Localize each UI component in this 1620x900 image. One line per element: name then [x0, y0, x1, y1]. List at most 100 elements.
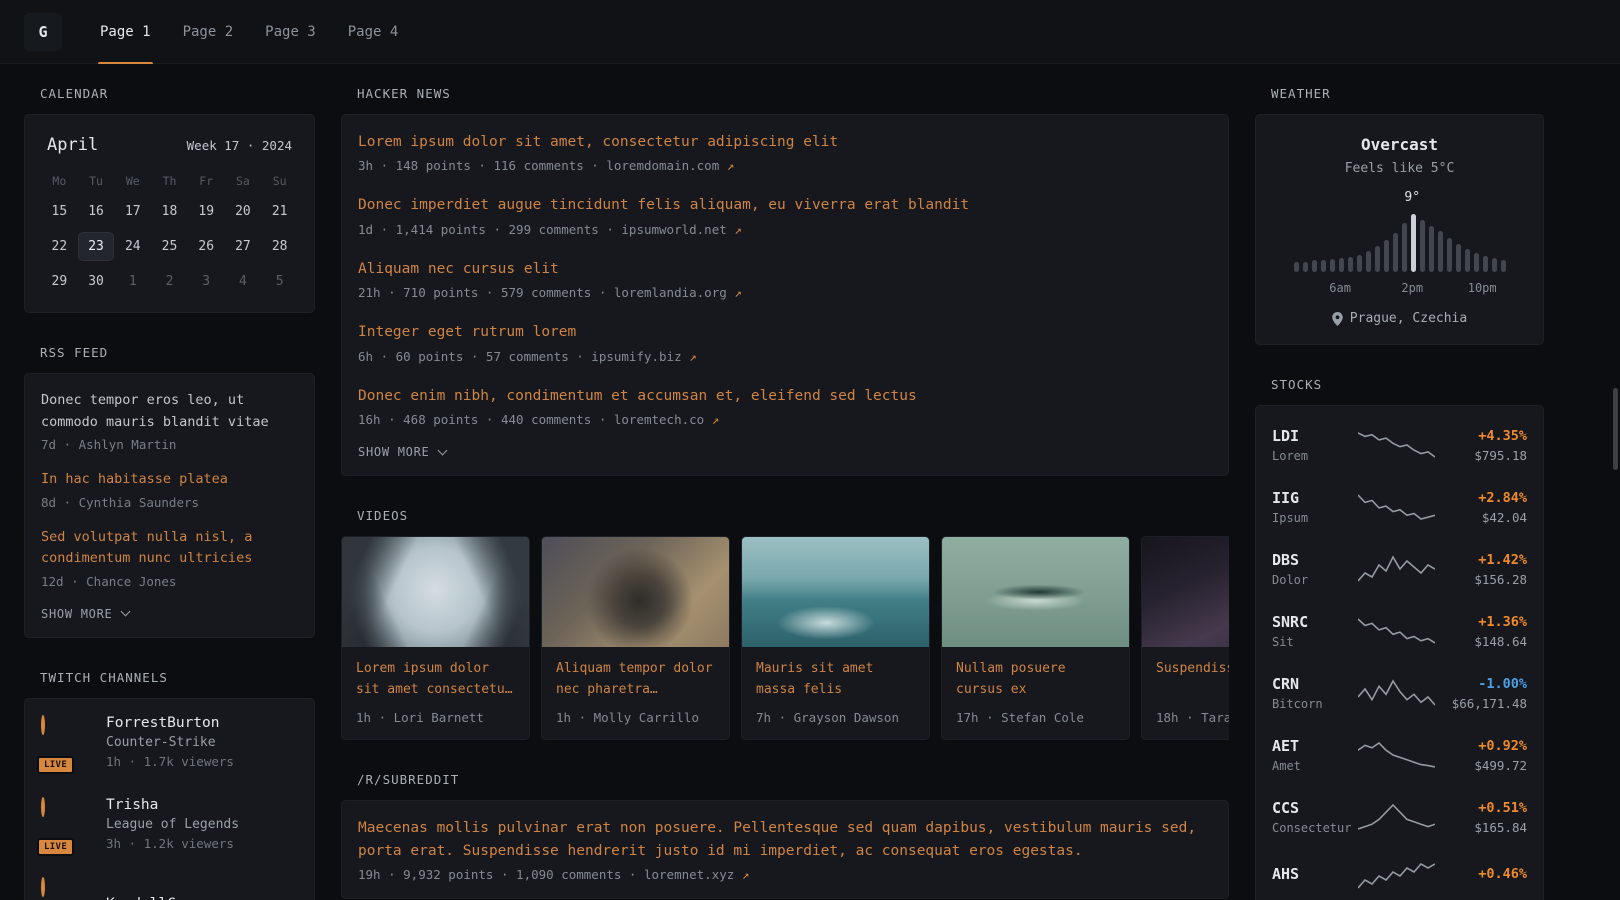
hn-item: Donec imperdiet augue tincidunt felis al…: [358, 194, 1212, 236]
time-label: 6am: [1329, 281, 1351, 295]
hn-item-link[interactable]: Donec imperdiet augue tincidunt felis al…: [358, 194, 1212, 216]
live-badge: LIVE: [37, 756, 74, 774]
calendar-month: April: [47, 135, 98, 155]
weather-bar: [1348, 257, 1353, 272]
calendar-day: 27: [225, 232, 262, 261]
stock-sparkline: [1358, 616, 1435, 646]
rss-item-link[interactable]: Donec tempor eros leo, ut commodo mauris…: [41, 390, 298, 433]
stock-values: +1.36% $148.64: [1443, 614, 1527, 649]
subreddit-post: Maecenas mollis pulvinar erat non posuer…: [358, 817, 1212, 882]
subreddit-section-title: /R/SUBREDDIT: [357, 772, 1229, 787]
stock-values: +0.51% $165.84: [1443, 800, 1527, 835]
stock-row[interactable]: CRN Bitcorn -1.00% $66,171.48: [1272, 662, 1527, 724]
external-link-icon: ↗: [734, 285, 742, 300]
hn-item-meta: 16h · 468 points · 440 comments · loremt…: [358, 412, 1212, 427]
stock-price: $499.72: [1443, 758, 1527, 773]
calendar-day-next-month: 3: [188, 267, 225, 296]
avatar: [41, 715, 45, 735]
weather-section-title: WEATHER: [1271, 86, 1544, 101]
weather-bar: [1357, 255, 1362, 272]
weather-bar: [1483, 256, 1488, 272]
calendar-widget: CALENDAR April Week 17 · 2024 Mo Tu We T…: [24, 86, 315, 313]
weather-bar: [1312, 260, 1317, 272]
video-card[interactable]: Mauris sit amet massa felis 7h · Grayson…: [741, 536, 930, 740]
weather-location: Prague, Czechia: [1272, 311, 1527, 326]
tab-page-4[interactable]: Page 4: [332, 0, 415, 64]
external-link-icon: ↗: [712, 412, 720, 427]
twitch-widget: TWITCH CHANNELS LIVE ForrestBurton Count…: [24, 670, 315, 900]
weather-bar: [1447, 238, 1452, 272]
stock-row[interactable]: AHS +0.46%: [1272, 848, 1527, 900]
video-card[interactable]: Lorem ipsum dolor sit amet consectetu… 1…: [341, 536, 530, 740]
scrollbar-thumb[interactable]: [1613, 388, 1618, 470]
stock-ticker: SNRC: [1272, 613, 1350, 631]
twitch-channel[interactable]: LIVE ForrestBurton Counter-Strike 1h · 1…: [41, 715, 298, 769]
stock-row[interactable]: AET Amet +0.92% $499.72: [1272, 724, 1527, 786]
stock-price: $66,171.48: [1443, 696, 1527, 711]
stock-change: +4.35%: [1443, 428, 1527, 444]
stock-row[interactable]: SNRC Sit +1.36% $148.64: [1272, 600, 1527, 662]
stock-name: Bitcorn: [1272, 697, 1350, 711]
calendar-day: 22: [41, 232, 78, 261]
stock-ticker: CCS: [1272, 799, 1350, 817]
calendar-day-selected: 23: [78, 232, 115, 261]
hacker-news-widget: HACKER NEWS Lorem ipsum dolor sit amet, …: [341, 86, 1229, 476]
video-meta: 18h · Tara: [1156, 710, 1229, 725]
avatar-wrap: LIVE: [41, 799, 91, 849]
video-card[interactable]: Nullam posuere cursus ex 17h · Stefan Co…: [941, 536, 1130, 740]
external-link-icon: ↗: [742, 867, 750, 882]
channel-info: Trisha League of Legends 3h · 1.2k viewe…: [106, 797, 239, 851]
subreddit-widget: /R/SUBREDDIT Maecenas mollis pulvinar er…: [341, 772, 1229, 899]
tab-page-1[interactable]: Page 1: [84, 0, 167, 64]
calendar-day: 29: [41, 267, 78, 296]
calendar-week-year: Week 17 · 2024: [187, 138, 292, 153]
subreddit-post-meta: 19h · 9,932 points · 1,090 comments · lo…: [358, 867, 1212, 882]
weather-peak-temp: 9°: [1404, 190, 1420, 205]
rss-item-link[interactable]: In hac habitasse platea: [41, 469, 298, 491]
twitch-channel[interactable]: LIVE Trisha League of Legends 3h · 1.2k …: [41, 797, 298, 851]
rss-widget: RSS FEED Donec tempor eros leo, ut commo…: [24, 345, 315, 638]
weather-time-labels: 6am 2pm 10pm: [1294, 281, 1506, 296]
rss-item-meta: 8d · Cynthia Saunders: [41, 495, 298, 510]
stock-row[interactable]: IIG Ipsum +2.84% $42.04: [1272, 476, 1527, 538]
video-body: Nullam posuere cursus ex 17h · Stefan Co…: [942, 647, 1129, 739]
external-link-icon: ↗: [727, 158, 735, 173]
hn-show-more-button[interactable]: SHOW MORE: [358, 445, 446, 459]
stock-row[interactable]: DBS Dolor +1.42% $156.28: [1272, 538, 1527, 600]
weather-bar: [1411, 214, 1416, 272]
video-card[interactable]: Suspendisse diam 18h · Tara: [1141, 536, 1229, 740]
chevron-down-icon: [120, 607, 130, 617]
hn-item-link[interactable]: Donec enim nibh, condimentum et accumsan…: [358, 385, 1212, 407]
stock-id: IIG Ipsum: [1272, 489, 1350, 525]
channel-info: KendallCarr: [106, 896, 202, 900]
calendar-day: 26: [188, 232, 225, 261]
stock-row[interactable]: LDI Lorem +4.35% $795.18: [1272, 414, 1527, 476]
subreddit-post-link[interactable]: Maecenas mollis pulvinar erat non posuer…: [358, 817, 1212, 862]
weather-bar: [1420, 220, 1425, 272]
tab-page-2[interactable]: Page 2: [167, 0, 250, 64]
channel-name: KendallCarr: [106, 896, 202, 900]
hn-item-link[interactable]: Aliquam nec cursus elit: [358, 258, 1212, 280]
calendar-days-grid: 15 16 17 18 19 20 21 22 23 24 25 26 27 2…: [41, 197, 298, 296]
stock-sparkline: [1358, 554, 1435, 584]
hn-item-link[interactable]: Lorem ipsum dolor sit amet, consectetur …: [358, 131, 1212, 153]
stock-row[interactable]: CCS Consectetur +0.51% $165.84: [1272, 786, 1527, 848]
twitch-channel[interactable]: KendallCarr: [41, 879, 298, 900]
weather-chart: 9° 6am 2pm 10pm: [1294, 190, 1506, 296]
stock-id: SNRC Sit: [1272, 613, 1350, 649]
tab-page-3[interactable]: Page 3: [249, 0, 332, 64]
stock-id: CCS Consectetur: [1272, 799, 1350, 835]
stock-price: $795.18: [1443, 448, 1527, 463]
video-card[interactable]: Aliquam tempor dolor nec pharetra… 1h · …: [541, 536, 730, 740]
rss-item-link[interactable]: Sed volutpat nulla nisl, a condimentum n…: [41, 527, 298, 570]
avatar: [41, 797, 45, 817]
video-title: Aliquam tempor dolor nec pharetra…: [556, 659, 715, 701]
stock-sparkline: [1358, 678, 1435, 708]
stock-id: AET Amet: [1272, 737, 1350, 773]
hn-item-meta: 3h · 148 points · 116 comments · loremdo…: [358, 158, 1212, 173]
weather-bar: [1402, 223, 1407, 272]
rss-show-more-button[interactable]: SHOW MORE: [41, 607, 129, 621]
video-body: Mauris sit amet massa felis 7h · Grayson…: [742, 647, 929, 739]
app-logo[interactable]: G: [24, 13, 62, 51]
hn-item-link[interactable]: Integer eget rutrum lorem: [358, 321, 1212, 343]
